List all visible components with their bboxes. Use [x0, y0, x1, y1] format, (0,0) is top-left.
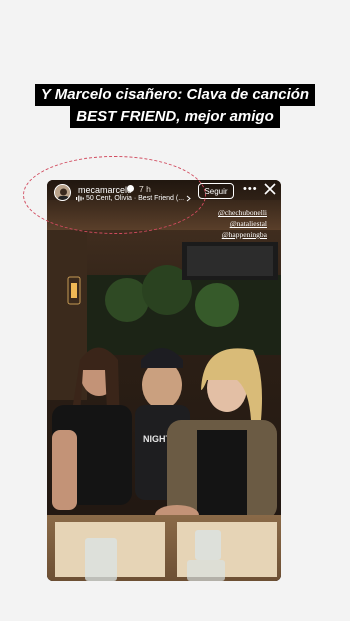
more-options-button[interactable]: •••: [243, 183, 258, 195]
mention-sticker[interactable]: @happeningba: [218, 229, 267, 240]
headline-line-1: Y Marcelo cisañero: Clava de canción: [34, 84, 316, 106]
headline: Y Marcelo cisañero: Clava de canción BES…: [0, 84, 350, 128]
mention-sticker[interactable]: @chechubonelli: [218, 207, 267, 218]
mention-stickers: @chechubonelli @nataliestal @happeningba: [218, 207, 267, 240]
mention-sticker[interactable]: @nataliestal: [218, 218, 267, 229]
close-icon[interactable]: [263, 182, 277, 196]
headline-line-2: BEST FRIEND, mejor amigo: [70, 106, 280, 128]
story-photo: NIGHT: [47, 180, 281, 581]
highlight-annotation-oval: [23, 156, 206, 234]
instagram-story[interactable]: NIGHT mecamarcelo 7 h 50 Cent, Olivia · …: [47, 180, 281, 581]
